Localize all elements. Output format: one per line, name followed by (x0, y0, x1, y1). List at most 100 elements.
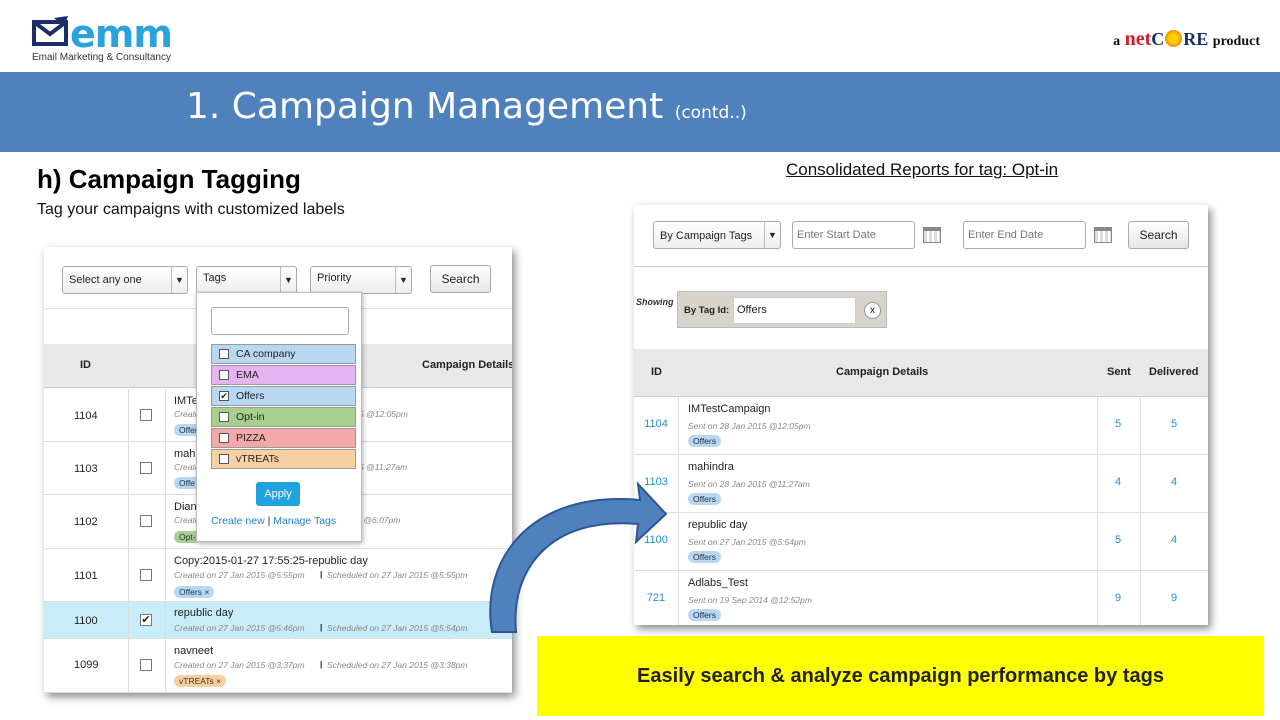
campaign-name: Dian (174, 501, 197, 513)
row-id: 1099 (74, 659, 99, 671)
calendar-icon[interactable] (923, 227, 941, 243)
brand-a: a (1113, 34, 1121, 49)
sent-count[interactable]: 5 (1098, 418, 1138, 430)
campaign-name: republic day (174, 607, 234, 619)
campaign-meta-scheduled: Scheduled on 27 Jan 2015 @3:38pm (327, 660, 468, 670)
create-new-link[interactable]: Create new (211, 515, 265, 527)
search-button[interactable]: Search (430, 265, 491, 293)
details-column-header: Campaign Details (836, 366, 929, 378)
tag-checkbox[interactable] (219, 412, 229, 422)
campaign-sent-meta: Sent on 19 Sep 2014 @12:52pm (688, 595, 812, 605)
tag-option-label: PIZZA (236, 432, 266, 444)
column-divider (1140, 513, 1141, 570)
row-checkbox[interactable] (140, 462, 152, 474)
sent-count[interactable]: 9 (1098, 592, 1138, 604)
tag-pill[interactable]: Offers (688, 435, 721, 447)
row-checkbox[interactable] (140, 569, 152, 581)
chevron-down-icon: ▼ (395, 267, 411, 293)
end-date-input[interactable]: Enter End Date (963, 221, 1086, 249)
clear-filter-icon[interactable]: x (864, 302, 881, 319)
report-table-header: ID Campaign Details Sent Delivered (634, 349, 1208, 397)
row-checkbox[interactable] (140, 409, 152, 421)
section-subtitle: Tag your campaigns with customized label… (37, 201, 345, 218)
column-divider (165, 549, 166, 601)
sent-count[interactable]: 4 (1098, 476, 1138, 488)
tag-option-opt-in[interactable]: Opt-in (211, 407, 356, 427)
tag-pill[interactable]: vTREATs × (174, 675, 227, 687)
column-divider (128, 442, 129, 494)
calendar-icon[interactable] (1094, 227, 1112, 243)
delivered-count[interactable]: 9 (1154, 592, 1194, 604)
search-button[interactable]: Search (1128, 221, 1189, 249)
table-row-selected[interactable]: 1100 ✔ republic day Created on 27 Jan 20… (44, 602, 512, 639)
table-row[interactable]: 1099 navneet Created on 27 Jan 2015 @3:3… (44, 639, 512, 693)
tags-dropdown-menu: CA company EMA ✔ Offers Opt-in PIZZA vTR… (196, 292, 362, 542)
manage-tags-link[interactable]: Manage Tags (273, 515, 336, 527)
meta-separator: | (320, 569, 323, 579)
campaign-sent-meta: Sent on 27 Jan 2015 @5:54pm (688, 537, 806, 547)
tag-id-value[interactable]: Offers (733, 297, 856, 324)
row-id: 1102 (74, 516, 98, 528)
row-checkbox[interactable] (140, 515, 152, 527)
sun-icon (1165, 30, 1183, 47)
tag-option-ema[interactable]: EMA (211, 365, 356, 385)
table-row[interactable]: 1101 Copy:2015-01-27 17:55:25-republic d… (44, 549, 512, 602)
slide-title-main: 1. Campaign Management (186, 86, 664, 127)
filter-type-dropdown[interactable]: By Campaign Tags ▼ (653, 221, 781, 249)
delivered-count[interactable]: 4 (1154, 534, 1194, 546)
title-band: 1. Campaign Management (contd..) (0, 72, 1280, 152)
active-tag-filter: By Tag Id: Offers x (677, 291, 887, 328)
id-column-header: ID (80, 359, 91, 371)
row-checkbox[interactable] (140, 659, 152, 671)
priority-dropdown[interactable]: Priority ▼ (310, 266, 412, 294)
tag-id-label: By Tag Id: (684, 305, 730, 316)
delivered-count[interactable]: 5 (1154, 418, 1194, 430)
column-divider (678, 397, 679, 454)
delivered-count[interactable]: 4 (1154, 476, 1194, 488)
campaign-meta: Created on 27 Jan 2015 @5:46pm (174, 623, 305, 633)
report-title: Consolidated Reports for tag: Opt-in (786, 160, 1059, 179)
brand-net: net (1124, 28, 1152, 50)
select-any-dropdown[interactable]: Select any one ▼ (62, 266, 188, 294)
delivered-column-header: Delivered (1149, 366, 1199, 378)
row-checkbox[interactable]: ✔ (140, 614, 152, 626)
campaign-name: navneet (174, 645, 214, 657)
tag-checkbox[interactable] (219, 454, 229, 464)
report-row[interactable]: 1103 mahindra Sent on 28 Jan 2015 @11:27… (634, 455, 1208, 513)
tag-search-input[interactable] (211, 307, 349, 335)
column-divider (165, 442, 166, 494)
curved-arrow-icon (489, 481, 668, 633)
netcore-brand: a netC RE product (1113, 28, 1260, 51)
tag-checkbox[interactable]: ✔ (219, 391, 229, 401)
campaign-meta-scheduled: Scheduled on 27 Jan 2015 @5:54pm (327, 623, 468, 633)
column-divider (165, 602, 166, 638)
tag-option-offers[interactable]: ✔ Offers (211, 386, 356, 406)
report-row[interactable]: 1100 republic day Sent on 27 Jan 2015 @5… (634, 513, 1208, 571)
meta-separator: | (320, 659, 323, 669)
column-divider (128, 639, 129, 692)
campaign-sent-meta: Sent on 28 Jan 2015 @11:27am (688, 479, 810, 489)
tag-checkbox[interactable] (219, 433, 229, 443)
tag-option-vtreats[interactable]: vTREATs (211, 449, 356, 469)
brand-c: C (1151, 29, 1165, 49)
column-divider (128, 495, 129, 548)
tag-option-ca-company[interactable]: CA company (211, 344, 356, 364)
tag-checkbox[interactable] (219, 349, 229, 359)
column-divider (1140, 455, 1141, 512)
report-row[interactable]: 721 Adlabs_Test Sent on 19 Sep 2014 @12:… (634, 571, 1208, 625)
tag-pill[interactable]: Offers × (174, 586, 215, 598)
tag-option-pizza[interactable]: PIZZA (211, 428, 356, 448)
sent-count[interactable]: 5 (1098, 534, 1138, 546)
start-date-input[interactable]: Enter Start Date (792, 221, 915, 249)
column-divider (165, 495, 166, 548)
report-toolbar: By Campaign Tags ▼ Enter Start Date Ente… (634, 205, 1208, 267)
tag-checkbox[interactable] (219, 370, 229, 380)
row-id-link[interactable]: 1104 (634, 418, 678, 430)
apply-button[interactable]: Apply (256, 482, 300, 506)
tags-dropdown[interactable]: Tags ▼ (196, 266, 297, 294)
section-title: h) Campaign Tagging (37, 164, 301, 194)
tag-report-panel: By Campaign Tags ▼ Enter Start Date Ente… (634, 205, 1208, 625)
details-column-header: Campaign Details (422, 359, 512, 371)
column-divider (128, 549, 129, 601)
report-row[interactable]: 1104 IMTestCampaign Sent on 28 Jan 2015 … (634, 397, 1208, 455)
